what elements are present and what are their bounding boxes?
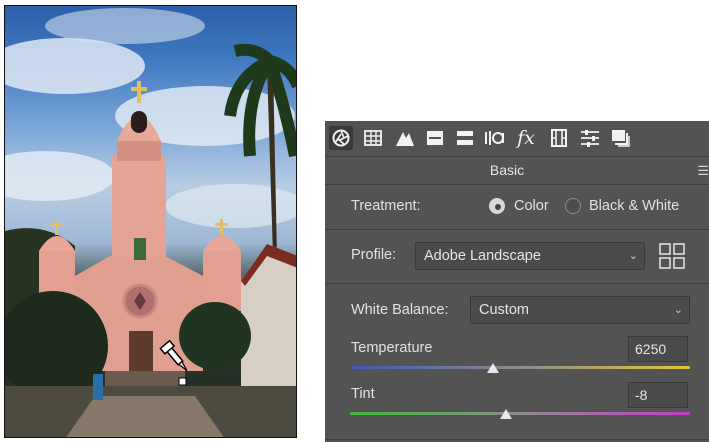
divider xyxy=(325,229,709,230)
panel-menu-icon[interactable]: ☰ xyxy=(697,163,709,179)
detail-icon[interactable] xyxy=(483,126,507,150)
temperature-label: Temperature xyxy=(351,340,433,356)
panel-title: Basic xyxy=(489,162,525,178)
panel-toolbar: fx xyxy=(325,121,709,155)
treatment-color-label[interactable]: Color xyxy=(514,198,549,214)
profile-dropdown[interactable]: Adobe Landscape ⌄ xyxy=(415,242,645,270)
tint-slider-thumb[interactable] xyxy=(500,409,513,419)
divider xyxy=(325,439,709,440)
treatment-color-radio[interactable] xyxy=(489,198,505,214)
sliders-icon[interactable] xyxy=(578,126,602,150)
temperature-value-input[interactable]: 6250 xyxy=(628,336,688,362)
white-balance-value: Custom xyxy=(479,302,529,318)
white-balance-dropdown[interactable]: Custom ⌄ xyxy=(470,296,690,324)
treatment-bw-radio[interactable] xyxy=(565,198,581,214)
stack-icon[interactable] xyxy=(609,126,633,150)
tint-label: Tint xyxy=(351,386,375,402)
temperature-slider-thumb[interactable] xyxy=(486,363,499,373)
divider xyxy=(325,156,709,157)
fx-icon[interactable]: fx xyxy=(514,126,538,150)
divider xyxy=(325,184,709,185)
church-photo xyxy=(5,8,296,437)
film-strip-icon[interactable] xyxy=(547,126,571,150)
treatment-label: Treatment: xyxy=(351,198,421,214)
tone-curve-icon[interactable] xyxy=(393,126,417,150)
treatment-bw-label[interactable]: Black & White xyxy=(589,198,679,214)
chevron-down-icon: ⌄ xyxy=(628,250,638,262)
tint-value-input[interactable]: -8 xyxy=(628,382,688,408)
temperature-slider-track[interactable] xyxy=(350,366,690,369)
aperture-icon[interactable] xyxy=(329,126,353,150)
white-balance-label: White Balance: xyxy=(351,302,449,318)
photo-preview[interactable] xyxy=(4,5,297,438)
chevron-down-icon: ⌄ xyxy=(673,304,683,316)
divider xyxy=(325,283,709,284)
profile-label: Profile: xyxy=(351,247,397,263)
split-toning-icon[interactable] xyxy=(453,126,477,150)
basic-panel: fx Basic ☰ Treatment: Color Black & Whit… xyxy=(325,121,709,442)
grid-icon[interactable] xyxy=(361,126,385,150)
tint-slider-track[interactable] xyxy=(350,412,690,415)
profile-value: Adobe Landscape xyxy=(424,248,541,264)
profile-browser-grid-icon[interactable] xyxy=(659,243,685,269)
hsl-icon[interactable] xyxy=(423,126,447,150)
